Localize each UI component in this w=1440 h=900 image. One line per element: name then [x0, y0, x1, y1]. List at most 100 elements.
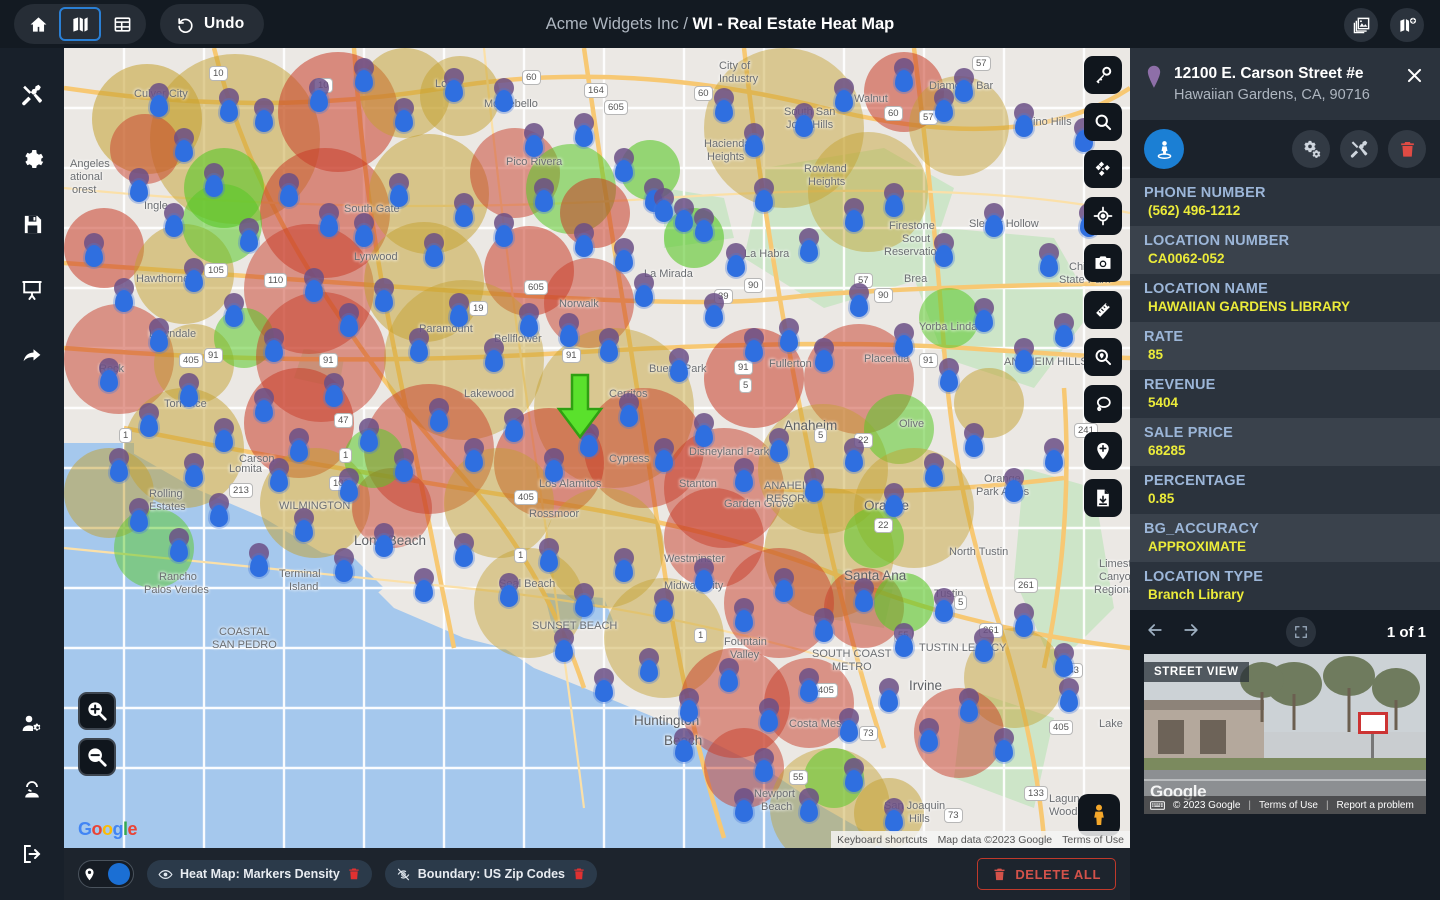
panel-settings-button[interactable] — [1292, 130, 1330, 168]
map-marker[interactable] — [521, 123, 547, 157]
map-marker[interactable] — [731, 458, 757, 492]
map-marker[interactable] — [801, 468, 827, 502]
sidebar-item-tools[interactable] — [0, 62, 64, 127]
map-marker[interactable] — [831, 78, 857, 112]
map-marker[interactable] — [541, 448, 567, 482]
map-marker[interactable] — [771, 568, 797, 602]
map-marker[interactable] — [146, 318, 172, 352]
map-marker[interactable] — [181, 453, 207, 487]
map-marker[interactable] — [881, 798, 907, 832]
map-marker[interactable] — [1051, 643, 1077, 677]
map-marker[interactable] — [741, 123, 767, 157]
layer-chip-heatmap[interactable]: Heat Map: Markers Density — [147, 860, 372, 888]
home-button[interactable] — [17, 7, 59, 41]
map-marker[interactable] — [251, 98, 277, 132]
map-marker[interactable] — [836, 708, 862, 742]
markers-visibility-toggle[interactable] — [78, 860, 134, 888]
map-marker[interactable] — [451, 533, 477, 567]
map-marker[interactable] — [181, 258, 207, 292]
map-marker[interactable] — [491, 213, 517, 247]
layer-chip-boundary[interactable]: Boundary: US Zip Codes — [385, 860, 597, 888]
map-marker[interactable] — [516, 303, 542, 337]
table-view-button[interactable] — [101, 7, 143, 41]
map-marker[interactable] — [956, 688, 982, 722]
map-marker[interactable] — [796, 668, 822, 702]
street-view-terms-link[interactable]: Terms of Use — [1259, 800, 1318, 811]
map-marker[interactable] — [351, 213, 377, 247]
map-marker[interactable] — [756, 698, 782, 732]
map-marker[interactable] — [571, 223, 597, 257]
map-marker[interactable] — [351, 58, 377, 92]
map-marker[interactable] — [126, 168, 152, 202]
map-marker[interactable] — [106, 448, 132, 482]
trash-icon[interactable] — [347, 867, 361, 881]
keyboard-icon[interactable] — [1150, 800, 1165, 811]
legend-button[interactable] — [1084, 56, 1122, 94]
zoom-in-button[interactable] — [78, 692, 116, 730]
map-marker[interactable] — [1051, 313, 1077, 347]
map-marker[interactable] — [126, 498, 152, 532]
map-marker[interactable] — [591, 668, 617, 702]
map-marker[interactable] — [841, 758, 867, 792]
map-marker[interactable] — [811, 338, 837, 372]
map-marker[interactable] — [461, 438, 487, 472]
map-marker[interactable] — [876, 678, 902, 712]
map-marker[interactable] — [411, 568, 437, 602]
map-marker[interactable] — [501, 408, 527, 442]
map-marker[interactable] — [491, 78, 517, 112]
map-marker[interactable] — [1036, 243, 1062, 277]
map-marker[interactable] — [556, 313, 582, 347]
map-marker[interactable] — [336, 468, 362, 502]
map-marker[interactable] — [316, 203, 342, 237]
map-marker[interactable] — [371, 278, 397, 312]
map-marker[interactable] — [596, 328, 622, 362]
sidebar-item-presentation[interactable] — [0, 257, 64, 322]
map-marker[interactable] — [391, 448, 417, 482]
map-marker[interactable] — [766, 428, 792, 462]
measure-button[interactable] — [1084, 291, 1122, 329]
map-marker[interactable] — [1011, 603, 1037, 637]
map-marker[interactable] — [931, 233, 957, 267]
map-marker[interactable] — [201, 163, 227, 197]
street-view-preview[interactable]: STREET VIEW Google © 2023 Google | Terms… — [1144, 654, 1426, 814]
map-marker[interactable] — [631, 273, 657, 307]
close-panel-button[interactable] — [1397, 64, 1426, 90]
map-marker[interactable] — [1056, 678, 1082, 712]
map-marker[interactable] — [1011, 103, 1037, 137]
map-marker[interactable] — [731, 788, 757, 822]
map-marker[interactable] — [811, 608, 837, 642]
map-marker[interactable] — [791, 103, 817, 137]
map-marker[interactable] — [301, 268, 327, 302]
delete-all-button[interactable]: DELETE ALL — [977, 858, 1116, 890]
prev-record-button[interactable] — [1144, 620, 1180, 645]
map-marker[interactable] — [931, 588, 957, 622]
map-marker[interactable] — [751, 748, 777, 782]
panel-delete-button[interactable] — [1388, 130, 1426, 168]
map-marker[interactable] — [206, 493, 232, 527]
map-marker[interactable] — [636, 648, 662, 682]
map-marker[interactable] — [971, 628, 997, 662]
map-marker[interactable] — [716, 658, 742, 692]
map-marker[interactable] — [481, 338, 507, 372]
map-marker[interactable] — [881, 183, 907, 217]
sidebar-item-settings[interactable] — [0, 127, 64, 192]
map-marker[interactable] — [276, 173, 302, 207]
map-marker[interactable] — [336, 303, 362, 337]
map-marker[interactable] — [921, 453, 947, 487]
sidebar-item-logout[interactable] — [0, 821, 64, 886]
map-marker[interactable] — [236, 218, 262, 252]
map-marker[interactable] — [421, 233, 447, 267]
map-marker[interactable] — [691, 208, 717, 242]
map-marker[interactable] — [676, 688, 702, 722]
panel-tools-button[interactable] — [1340, 130, 1378, 168]
map-marker[interactable] — [851, 578, 877, 612]
map-marker[interactable] — [496, 573, 522, 607]
map-marker[interactable] — [536, 538, 562, 572]
map-marker[interactable] — [81, 233, 107, 267]
map-marker[interactable] — [136, 403, 162, 437]
sidebar-item-support[interactable] — [0, 756, 64, 821]
sidebar-item-save[interactable] — [0, 192, 64, 257]
map-marker[interactable] — [711, 88, 737, 122]
map-marker[interactable] — [216, 88, 242, 122]
map-marker[interactable] — [691, 413, 717, 447]
